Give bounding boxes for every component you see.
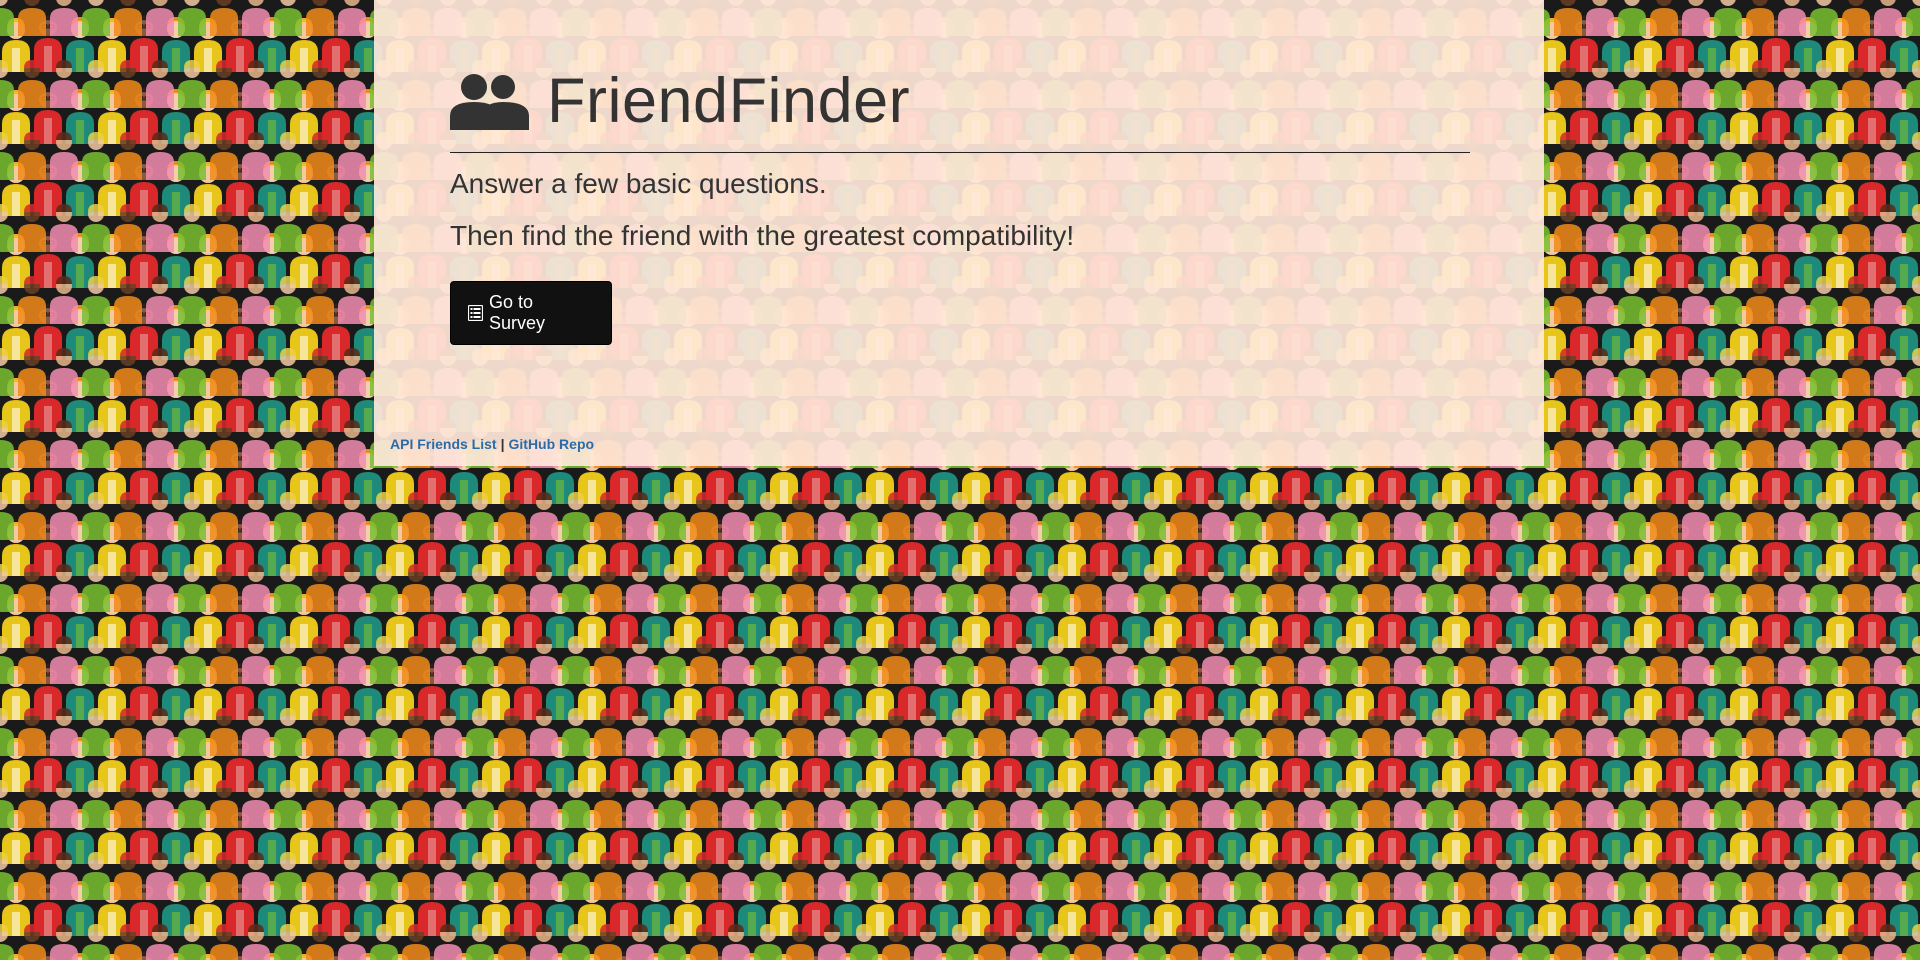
page-title: FriendFinder (450, 66, 1470, 136)
users-icon (450, 72, 530, 130)
github-repo-link[interactable]: GitHub Repo (509, 436, 595, 452)
jumbotron: FriendFinder Answer a few basic question… (450, 0, 1470, 345)
title-text: FriendFinder (547, 66, 911, 136)
main-panel: FriendFinder Answer a few basic question… (374, 0, 1544, 466)
api-friends-list-link[interactable]: API Friends List (390, 436, 497, 452)
go-to-survey-button[interactable]: Go to Survey (450, 281, 612, 345)
footer: API Friends List | GitHub Repo (390, 436, 594, 452)
lead-text-1: Answer a few basic questions. (450, 168, 827, 199)
go-to-survey-label: Go to Survey (489, 292, 546, 333)
list-alt-icon (467, 304, 484, 322)
divider (450, 152, 1470, 153)
lead-text-2: Then find the friend with the greatest c… (450, 220, 1075, 251)
footer-separator: | (500, 436, 505, 452)
